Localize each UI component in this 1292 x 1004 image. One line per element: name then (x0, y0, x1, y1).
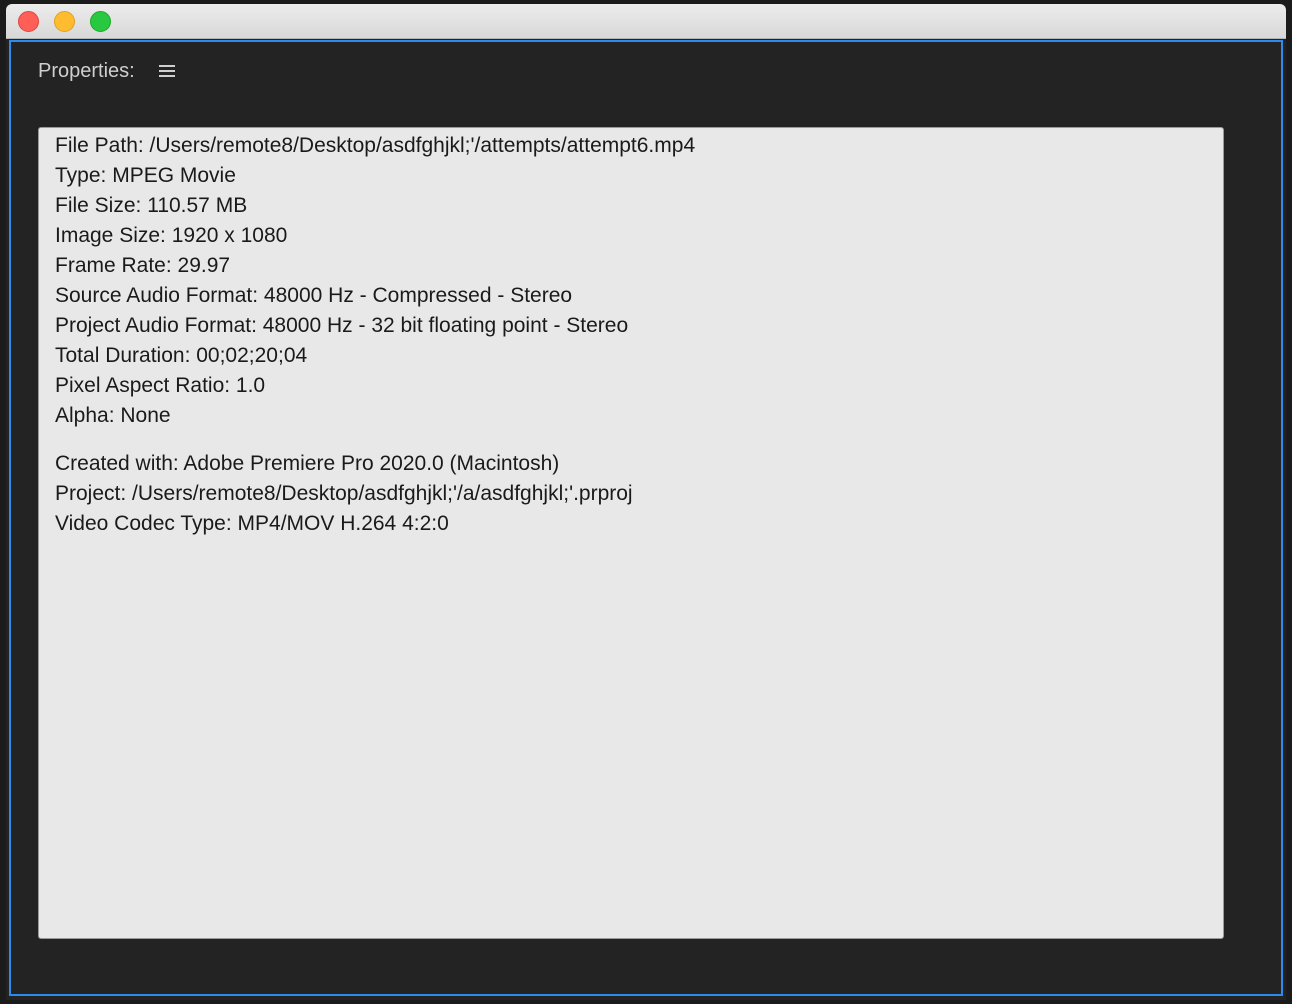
property-line: Frame Rate: 29.97 (55, 254, 231, 277)
minimize-window-button[interactable] (54, 11, 75, 32)
property-line: Video Codec Type: MP4/MOV H.264 4:2:0 (55, 512, 449, 535)
property-line: Image Size: 1920 x 1080 (55, 224, 288, 247)
property-line: File Size: 110.57 MB (55, 194, 248, 217)
property-line: Alpha: None (55, 404, 171, 427)
close-window-button[interactable] (18, 11, 39, 32)
property-line: Total Duration: 00;02;20;04 (55, 344, 308, 367)
properties-panel: Properties: File Path: /Users/remote8/De… (9, 40, 1283, 996)
property-line: Project Audio Format: 48000 Hz - 32 bit … (55, 314, 629, 337)
property-line: Created with: Adobe Premiere Pro 2020.0 … (55, 452, 560, 475)
property-line: Source Audio Format: 48000 Hz - Compress… (55, 284, 573, 307)
property-line: Project: /Users/remote8/Desktop/asdfghjk… (55, 482, 633, 505)
property-line: Pixel Aspect Ratio: 1.0 (55, 374, 266, 397)
panel-title: Properties: (38, 59, 135, 82)
maximize-window-button[interactable] (90, 11, 111, 32)
panel-header: Properties: (38, 56, 175, 86)
properties-text-area[interactable]: File Path: /Users/remote8/Desktop/asdfgh… (38, 127, 1224, 939)
properties-window: Properties: File Path: /Users/remote8/De… (6, 4, 1286, 1000)
property-line: Type: MPEG Movie (55, 164, 236, 187)
window-titlebar[interactable] (6, 4, 1286, 39)
property-line: File Path: /Users/remote8/Desktop/asdfgh… (55, 134, 696, 157)
hamburger-menu-icon[interactable] (158, 64, 175, 78)
